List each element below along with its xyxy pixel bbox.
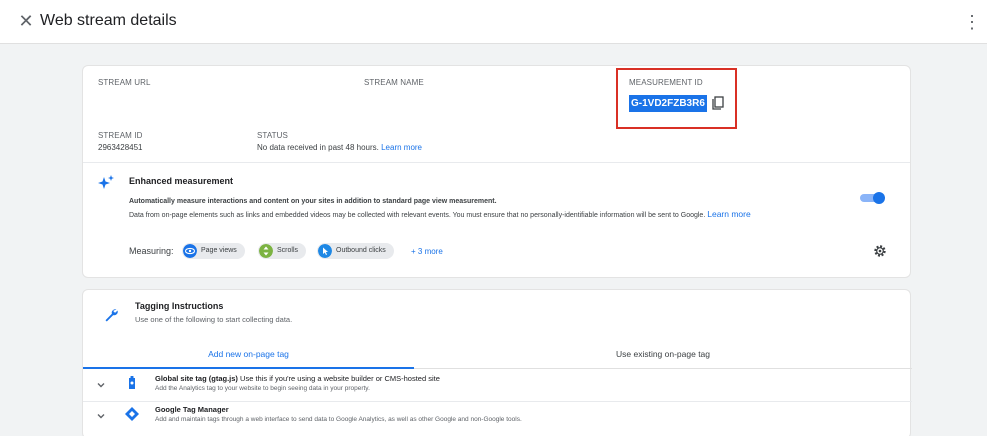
gear-icon[interactable] (873, 244, 887, 258)
chip-label: Scrolls (277, 247, 299, 254)
enhanced-measurement-title: Enhanced measurement (129, 176, 234, 186)
enhanced-measurement-toggle[interactable] (860, 192, 886, 204)
enhanced-learn-more-link[interactable]: Learn more (707, 209, 750, 219)
chip-label: Outbound clicks (336, 247, 386, 254)
chip-scrolls[interactable]: Scrolls (258, 243, 307, 259)
measuring-label: Measuring: (129, 246, 174, 256)
close-icon[interactable]: ✕ (17, 12, 35, 30)
stream-url-label: STREAM URL (98, 78, 151, 87)
stream-id-value: 2963428451 (98, 143, 143, 152)
option-gtm[interactable]: Google Tag Manager Add and maintain tags… (83, 403, 912, 433)
option-gtag[interactable]: Global site tag (gtag.js) Use this if yo… (83, 372, 912, 402)
chip-label: Page views (201, 247, 237, 254)
tab-use-existing-tag[interactable]: Use existing on-page tag (414, 347, 912, 369)
option-title-rest: Use this if you're using a website build… (237, 374, 440, 383)
enhanced-measurement-desc: Automatically measure interactions and c… (129, 198, 497, 205)
tagging-subtitle: Use one of the following to start collec… (135, 315, 293, 324)
sparkle-icon (98, 175, 114, 189)
top-bar: ✕ Web stream details ⋮ (0, 0, 987, 44)
option-desc: Add the Analytics tag to your website to… (155, 385, 370, 392)
measurement-id-value[interactable]: G-1VD2FZB3R6 (629, 95, 707, 112)
pointer-icon (318, 244, 332, 258)
more-vert-icon[interactable]: ⋮ (963, 12, 981, 32)
gtag-icon (129, 376, 135, 389)
more-measurements-link[interactable]: + 3 more (411, 247, 443, 256)
enhanced-measurement-note-text: Data from on-page elements such as links… (129, 212, 706, 219)
page-title: Web stream details (40, 12, 177, 29)
enhanced-measurement-note: Data from on-page elements such as links… (129, 209, 751, 219)
measurement-id-label: MEASUREMENT ID (629, 78, 703, 87)
option-title: Global site tag (gtag.js) Use this if yo… (155, 374, 440, 383)
stream-id-label: STREAM ID (98, 131, 143, 140)
tagging-title: Tagging Instructions (135, 301, 224, 311)
toggle-knob (873, 192, 885, 204)
status-learn-more-link[interactable]: Learn more (381, 143, 422, 152)
status-value: No data received in past 48 hours. Learn… (257, 143, 422, 152)
option-title-bold: Google Tag Manager (155, 405, 229, 414)
tag-manager-icon (125, 407, 139, 421)
scroll-icon (259, 244, 273, 258)
chip-page-views[interactable]: Page views (182, 243, 245, 259)
stream-name-label: STREAM NAME (364, 78, 424, 87)
wrench-icon (105, 309, 118, 322)
tagging-instructions-card: Tagging Instructions Use one of the foll… (82, 289, 912, 436)
chevron-down-icon[interactable] (95, 410, 107, 422)
copy-icon[interactable] (711, 96, 725, 110)
tab-add-new-tag[interactable]: Add new on-page tag (83, 347, 414, 369)
option-desc: Add and maintain tags through a web inte… (155, 416, 522, 423)
status-label: STATUS (257, 131, 288, 140)
stream-details-card: STREAM URL STREAM NAME MEASUREMENT ID G-… (82, 65, 911, 278)
option-title: Google Tag Manager (155, 405, 229, 414)
eye-icon (183, 244, 197, 258)
status-text: No data received in past 48 hours. (257, 143, 379, 152)
option-title-bold: Global site tag (gtag.js) (155, 374, 238, 383)
chip-outbound-clicks[interactable]: Outbound clicks (317, 243, 394, 259)
chevron-down-icon[interactable] (95, 379, 107, 391)
divider (83, 162, 910, 163)
